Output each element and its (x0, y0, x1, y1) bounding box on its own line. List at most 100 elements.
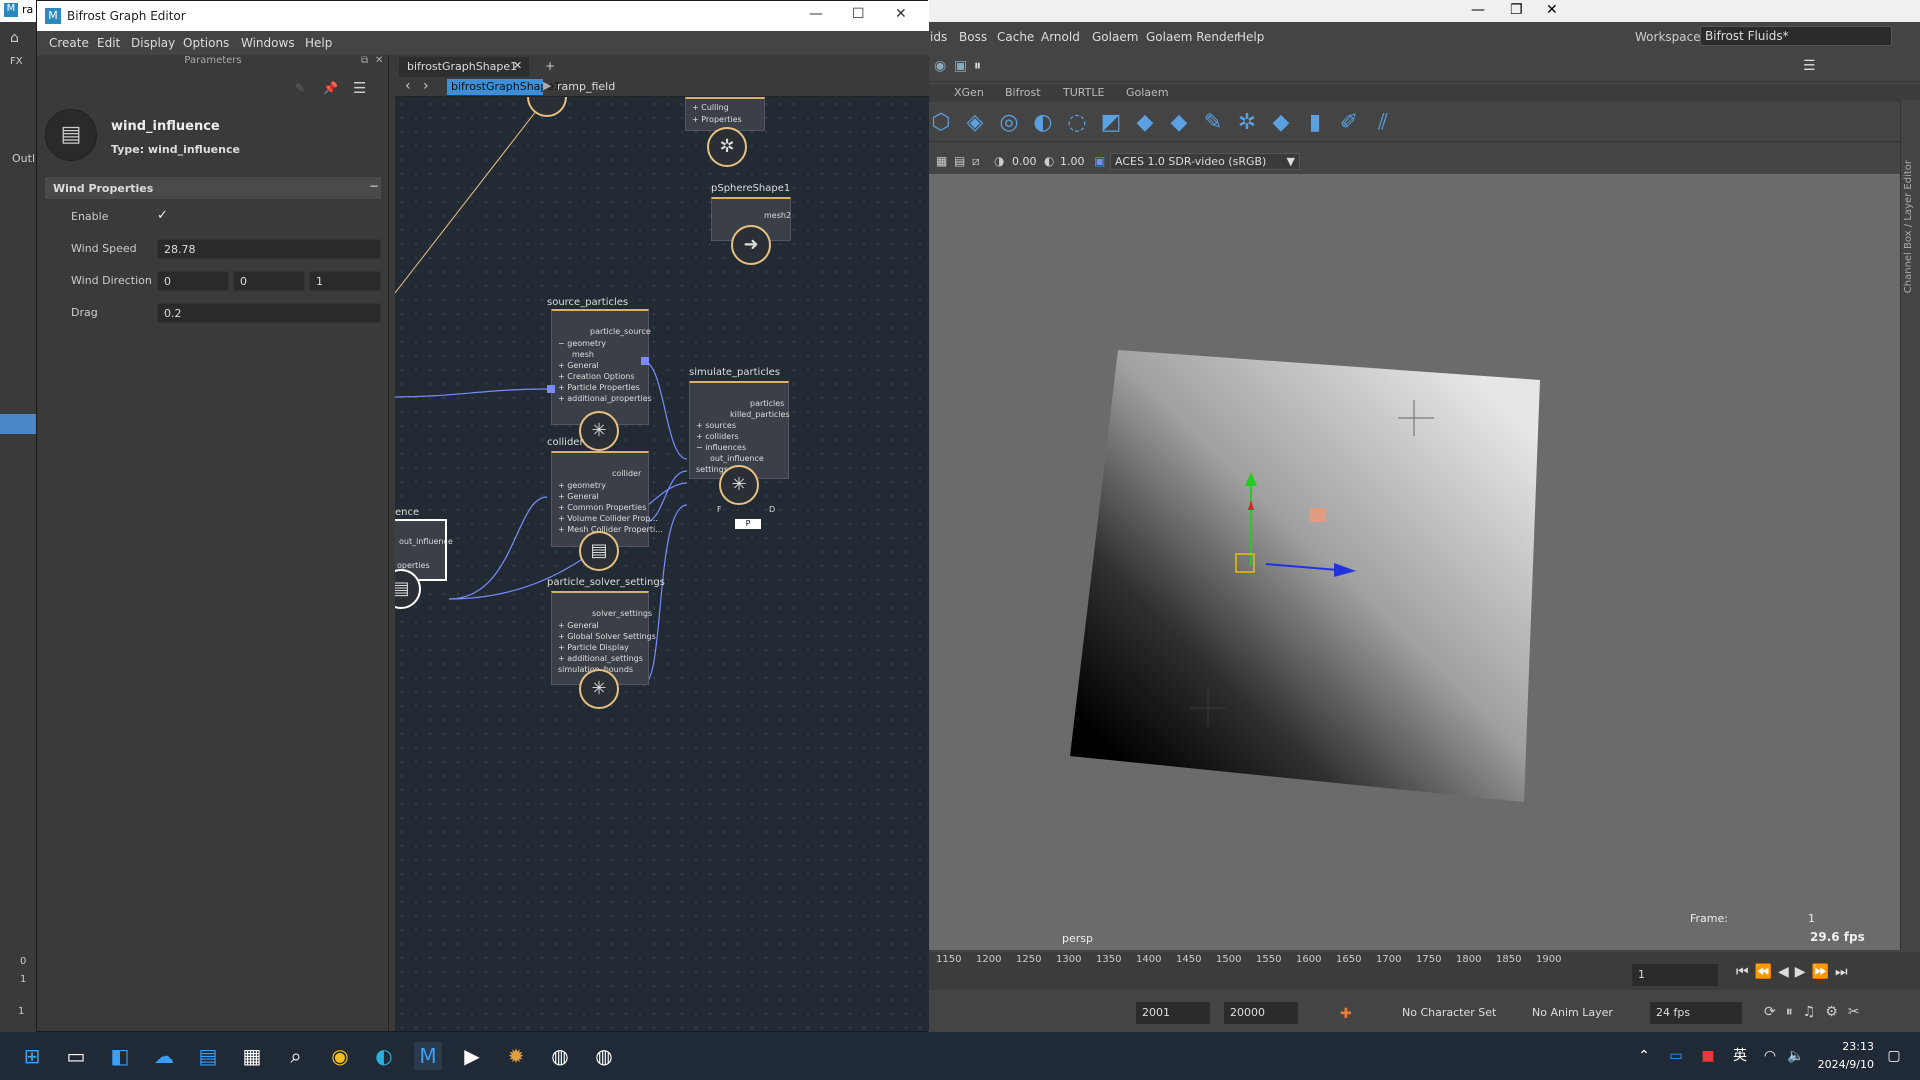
pin-icon[interactable]: 📌 (323, 81, 338, 95)
port-geometry[interactable]: − geometry (558, 339, 606, 348)
notification-icon[interactable]: ▢ (1880, 1042, 1908, 1070)
playback-options-icons[interactable]: ⟳⏸♫⚙✂ (1764, 1004, 1870, 1020)
channel-box-label[interactable]: Channel Box / Layer Editor (1903, 160, 1914, 293)
shelf-emitter-icon[interactable]: ◐ (1030, 110, 1056, 136)
shelf-cube-icon[interactable]: ◈ (962, 110, 988, 136)
port-general[interactable]: + General (558, 492, 599, 501)
menu-edit[interactable]: Edit (97, 36, 120, 50)
files-icon[interactable]: ▤ (194, 1042, 222, 1070)
volume-icon[interactable]: 🔈 (1782, 1042, 1810, 1070)
anim-layer[interactable]: No Anim Layer (1532, 1006, 1613, 1019)
menu-golaem-render[interactable]: Golaem Render (1146, 30, 1239, 44)
exposure-icon[interactable]: ◑ (994, 154, 1004, 168)
close-panel-icon[interactable]: ✕ (375, 55, 383, 66)
port-particles[interactable]: particles (750, 399, 784, 408)
shelf-diamond-icon[interactable]: ◆ (1268, 110, 1294, 136)
color-space-select[interactable]: ACES 1.0 SDR-video (sRGB) ▼ (1110, 153, 1300, 170)
wind-properties-section[interactable]: Wind Properties − (45, 177, 381, 199)
wind-direction-x-field[interactable]: 0 (157, 271, 229, 291)
restore-button[interactable]: ❐ (1510, 2, 1523, 18)
shelf-tool-icon[interactable]: ⬡ (928, 110, 954, 136)
shelf-brush-icon[interactable]: ✎ (1200, 110, 1226, 136)
exposure-value[interactable]: 0.00 (1012, 155, 1037, 168)
tray-app-icon[interactable]: ▭ (1662, 1042, 1690, 1070)
snap-icon[interactable]: ⧄ (972, 154, 980, 169)
render-view-icon[interactable]: ▣ (954, 58, 967, 74)
shelf-field-icon[interactable]: ◌ (1064, 110, 1090, 136)
range-start-field[interactable]: 2001 (1136, 1002, 1210, 1024)
port-mesh2[interactable]: mesh2 (764, 211, 791, 220)
node-properties-circle[interactable]: ✲ (707, 127, 747, 167)
port-influences[interactable]: − influences (696, 443, 746, 452)
menu-boss[interactable]: Boss (959, 30, 987, 44)
port-mesh[interactable]: mesh (572, 350, 594, 359)
drag-field[interactable]: 0.2 (157, 303, 381, 323)
add-tab-button[interactable]: + (545, 59, 555, 73)
menu-create[interactable]: Create (49, 36, 89, 50)
close-button[interactable]: ✕ (1546, 2, 1558, 18)
collider-circle[interactable]: ▤ (579, 531, 619, 571)
enable-checkbox[interactable]: ✓ (157, 208, 168, 223)
shelf-tab-xgen[interactable]: XGen (954, 86, 984, 99)
crumb-graph[interactable]: bifrostGraphShape1 (447, 79, 561, 95)
port-mesh-collider[interactable]: + Mesh Collider Properti... (558, 525, 663, 534)
outliner-tab[interactable]: Outl (12, 152, 35, 165)
range-end-field[interactable]: 20000 (1224, 1002, 1298, 1024)
shelf-feather-icon[interactable]: ✐ (1336, 110, 1362, 136)
blender-icon[interactable]: ✹ (502, 1042, 530, 1070)
simulate-particles-circle[interactable]: ✳ (719, 465, 759, 505)
shelf-comb-icon[interactable]: ⫽ (1370, 110, 1396, 136)
gamma-value[interactable]: 1.00 (1060, 155, 1085, 168)
color-management-icon[interactable]: ▣ (1094, 154, 1105, 168)
menu-display[interactable]: Display (131, 36, 175, 50)
port-solver-settings[interactable]: solver_settings (592, 609, 652, 618)
shelf-fill-icon[interactable]: ◩ (1098, 110, 1124, 136)
home-icon[interactable]: ⌂ (10, 30, 19, 46)
port-culling[interactable]: + Culling (692, 103, 729, 112)
forward-icon[interactable]: › (423, 78, 429, 94)
clock-time[interactable]: 23:13 (1826, 1040, 1874, 1053)
wifi-icon[interactable]: ◠ (1756, 1042, 1784, 1070)
shelf-wave2-icon[interactable]: ◆ (1166, 110, 1192, 136)
shelf-bars-icon[interactable]: ▮ (1302, 110, 1328, 136)
port-collider-out[interactable]: collider (612, 469, 641, 478)
port-global-solver-settings[interactable]: + Global Solver Settings (558, 632, 656, 641)
graph-canvas[interactable]: + Culling + Properties ✲ pSphereShape1 m… (395, 97, 929, 1031)
maya-taskbar-icon[interactable]: M (414, 1042, 442, 1070)
shelf-tab-golaem[interactable]: Golaem (1126, 86, 1169, 99)
close-button[interactable]: ✕ (895, 6, 907, 22)
minimize-button[interactable]: — (809, 6, 823, 22)
menu-help[interactable]: Help (1237, 30, 1264, 44)
shelf-wave-icon[interactable]: ◆ (1132, 110, 1158, 136)
shelf-sphere-icon[interactable]: ◎ (996, 110, 1022, 136)
port-sources[interactable]: + sources (696, 421, 736, 430)
port-additional-settings[interactable]: + additional_settings (558, 654, 643, 663)
port-particle-source[interactable]: particle_source (590, 327, 651, 336)
close-tab-icon[interactable]: ✕ (513, 59, 522, 72)
tab-bifrostgraphshape1[interactable]: bifrostGraphShape1 ✕ (399, 57, 529, 77)
wind-direction-z-field[interactable]: 1 (309, 271, 381, 291)
gamma-icon[interactable]: ◐ (1044, 154, 1054, 168)
wind-direction-y-field[interactable]: 0 (233, 271, 305, 291)
current-frame-field[interactable]: 1 (1632, 964, 1718, 986)
connection-wire[interactable] (395, 97, 548, 294)
calculator-icon[interactable]: ▦ (238, 1042, 266, 1070)
cloud-icon[interactable]: ☁ (150, 1042, 178, 1070)
fps-select[interactable]: 24 fps (1650, 1002, 1742, 1024)
port-colliders[interactable]: + colliders (696, 432, 739, 441)
menu-cache[interactable]: Cache (997, 30, 1034, 44)
port-additional-properties[interactable]: + additional_properties (558, 394, 652, 403)
menu-arnold[interactable]: Arnold (1041, 30, 1080, 44)
connection-wire[interactable] (642, 360, 688, 460)
source-particles-circle[interactable]: ✳ (579, 411, 619, 451)
auto-key-icon[interactable]: ✚ (1340, 1006, 1352, 1022)
time-slider[interactable]: 1150 1200 1250 1300 1350 1400 1450 1500 … (928, 952, 1920, 990)
tray-chevron-icon[interactable]: ⌃ (1630, 1042, 1658, 1070)
shelf-scatter-icon[interactable]: ✲ (1234, 110, 1260, 136)
tray-wps-icon[interactable]: ■ (1694, 1042, 1722, 1070)
menu-golaem[interactable]: Golaem (1092, 30, 1138, 44)
workspace-select[interactable]: Bifrost Fluids* (1700, 26, 1892, 46)
maximize-button[interactable]: ☐ (852, 6, 865, 22)
crumb-ramp-field[interactable]: ramp_field (557, 80, 615, 93)
menu-windows[interactable]: Windows (241, 36, 295, 50)
